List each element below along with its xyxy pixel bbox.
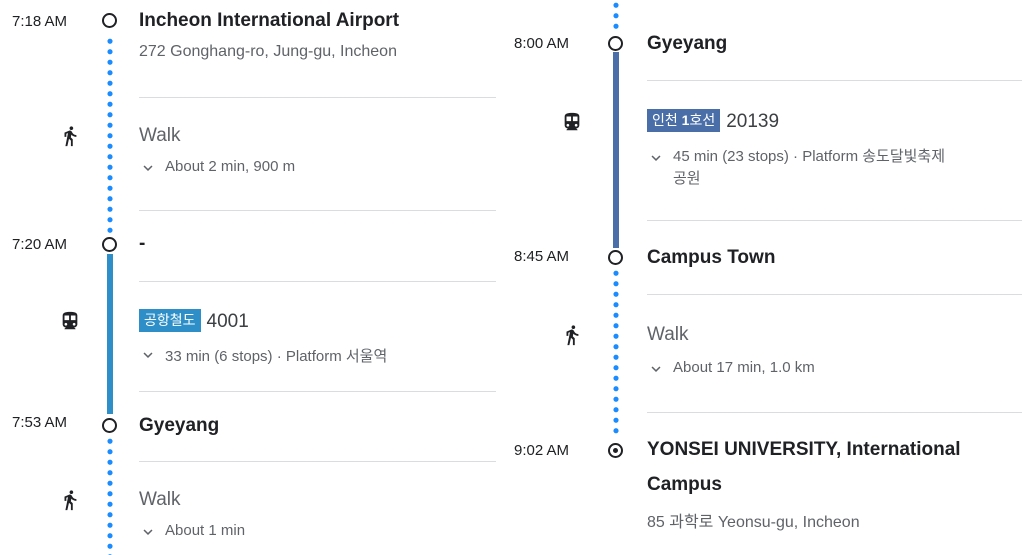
stop-name[interactable]: Campus Town (647, 247, 775, 269)
divider (647, 294, 1022, 295)
train-icon (561, 111, 583, 133)
walk-label: Walk (139, 125, 181, 146)
transit-details: 33 min (6 stops) · Platform 서울역 (165, 348, 388, 365)
route-number: 4001 (206, 311, 249, 332)
transit-details-toggle[interactable]: 33 min (6 stops) · Platform 서울역 (139, 345, 387, 366)
divider (139, 210, 496, 211)
incheon-line1-line (613, 52, 619, 248)
transit-line-row: 공항철도 4001 (139, 309, 249, 333)
transit-details: 45 min (23 stops) · Platform 송도달빛축제공원 (673, 146, 945, 190)
walking-person-icon (59, 125, 81, 147)
stop-circle-icon (102, 237, 117, 252)
line-name-prefix: 인천 (652, 112, 682, 128)
line-name-badge: 인천 1호선 (647, 109, 721, 132)
stop-time: 8:45 AM (514, 248, 570, 265)
train-icon (59, 310, 81, 332)
stop-address: 272 Gonghang-ro, Jung-gu, Incheon (139, 43, 397, 60)
transit-line-row: 인천 1호선 20139 (647, 109, 779, 133)
route-number: 20139 (726, 111, 780, 132)
divider (139, 461, 496, 462)
walk-path-dots (107, 36, 113, 234)
walk-label: Walk (139, 489, 181, 510)
chevron-down-icon (647, 149, 665, 167)
walking-person-icon (561, 324, 583, 346)
stop-circle-icon (608, 250, 623, 265)
destination-pin-icon (608, 443, 623, 458)
chevron-down-icon (647, 360, 665, 378)
walk-path-dots (107, 436, 113, 555)
stop-time: 9:02 AM (514, 442, 570, 459)
divider (647, 412, 1022, 413)
walk-details: About 2 min, 900 m (165, 158, 296, 175)
stop-time: 7:18 AM (12, 13, 68, 30)
walk-details-toggle[interactable]: About 2 min, 900 m (139, 158, 295, 177)
walk-details-toggle[interactable]: About 1 min (139, 522, 245, 541)
right-itinerary-panel: 8:00 AM Gyeyang 인천 1호선 20139 45 min (23 s… (508, 0, 1022, 555)
transit-details-line2: 공원 (673, 170, 701, 187)
destination-name-line2: Campus (647, 474, 722, 495)
stop-time: 7:53 AM (12, 414, 68, 431)
destination-name-line1: YONSEI UNIVERSITY, International (647, 439, 961, 460)
chevron-down-icon (139, 346, 157, 364)
stop-circle-icon (608, 36, 623, 51)
stop-name[interactable]: Gyeyang (139, 415, 219, 437)
chevron-down-icon (139, 159, 157, 177)
origin-circle-icon (102, 13, 117, 28)
stop-name[interactable]: - (139, 233, 145, 255)
stop-time: 7:20 AM (12, 236, 68, 253)
walk-details: About 1 min (165, 522, 246, 539)
divider (647, 80, 1022, 81)
line-name-suffix: 호선 (689, 112, 716, 128)
chevron-down-icon (139, 523, 157, 541)
stop-time: 8:00 AM (514, 35, 570, 52)
walking-person-icon (59, 489, 81, 511)
transit-details-line1: 45 min (23 stops) · Platform 송도달빛축제 (673, 148, 946, 165)
walk-label: Walk (647, 324, 689, 345)
stop-name[interactable]: Incheon International Airport (139, 10, 399, 32)
transit-details-toggle[interactable]: 45 min (23 stops) · Platform 송도달빛축제공원 (647, 148, 945, 190)
stop-name[interactable]: Gyeyang (647, 33, 727, 55)
divider (139, 97, 496, 98)
divider (647, 220, 1022, 221)
destination-address: 85 과학로 Yeonsu-gu, Incheon (647, 514, 860, 531)
left-itinerary-panel: 7:18 AM Incheon International Airport 27… (0, 0, 508, 555)
stop-circle-icon (102, 418, 117, 433)
airport-rail-line (107, 254, 113, 414)
line-name-badge: 공항철도 (139, 309, 201, 332)
destination-name[interactable]: YONSEI UNIVERSITY, International Campus (647, 432, 1019, 502)
walk-path-dots (613, 0, 619, 30)
divider (139, 391, 496, 392)
walk-details: About 17 min, 1.0 km (673, 359, 815, 376)
walk-details-toggle[interactable]: About 17 min, 1.0 km (647, 359, 815, 378)
walk-path-dots (613, 268, 619, 436)
divider (139, 281, 496, 282)
